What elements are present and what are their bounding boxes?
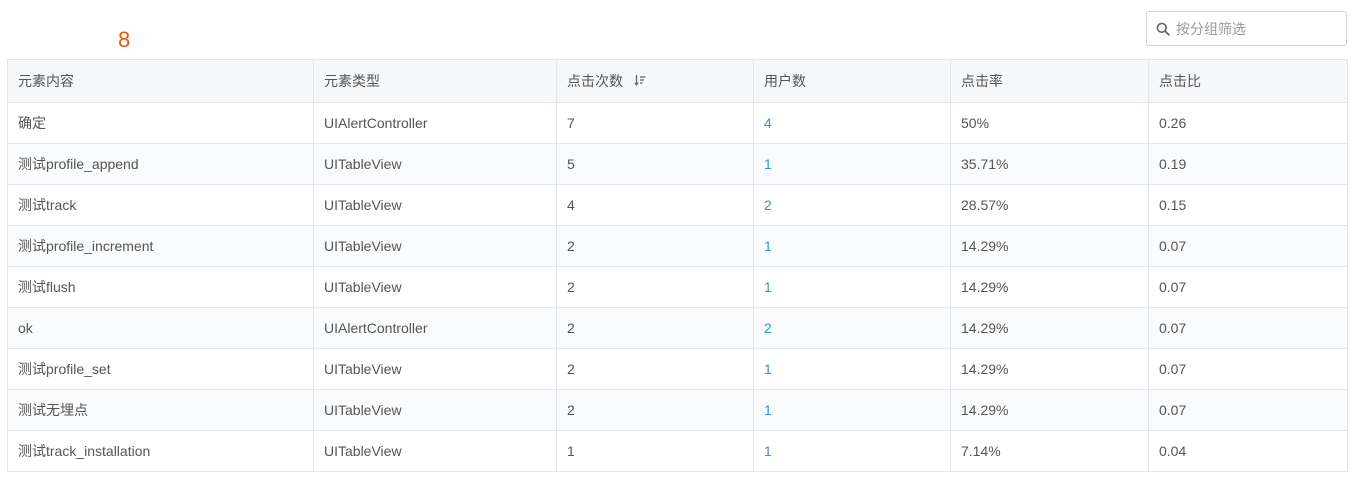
click-ratio-cell: 0.19	[1148, 143, 1348, 185]
user-count-link[interactable]: 1	[764, 156, 772, 172]
table-row: 测试profile_append UITableView 5 1 35.71% 0.19	[7, 143, 1348, 185]
user-count-cell: 1	[753, 430, 951, 472]
column-header-click-ratio[interactable]: 点击比	[1148, 59, 1348, 103]
click-rate-cell: 14.29%	[950, 307, 1149, 349]
user-count-cell: 4	[753, 102, 951, 144]
click-ratio-cell: 0.07	[1148, 389, 1348, 431]
user-count-cell: 1	[753, 266, 951, 308]
page: 8 元素内容 元素类型 点击次数	[0, 0, 1353, 480]
table-row: 确定 UIAlertController 7 4 50% 0.26	[7, 102, 1348, 144]
click-count-cell: 2	[556, 348, 754, 390]
user-count-link[interactable]: 1	[764, 402, 772, 418]
column-header-user-count[interactable]: 用户数	[753, 59, 951, 103]
click-rate-cell: 28.57%	[950, 184, 1149, 226]
column-header-click-count[interactable]: 点击次数	[556, 59, 754, 103]
element-content-cell: 测试无埋点	[7, 389, 314, 431]
click-ratio-cell: 0.07	[1148, 348, 1348, 390]
click-rate-cell: 35.71%	[950, 143, 1149, 185]
element-content-cell: 测试profile_set	[7, 348, 314, 390]
table-row: 测试flush UITableView 2 1 14.29% 0.07	[7, 266, 1348, 308]
user-count-link[interactable]: 1	[764, 279, 772, 295]
click-ratio-cell: 0.15	[1148, 184, 1348, 226]
element-content-cell: ok	[7, 307, 314, 349]
element-type-cell: UIAlertController	[313, 102, 557, 144]
user-count-link[interactable]: 1	[764, 361, 772, 377]
user-count-link[interactable]: 2	[764, 320, 772, 336]
element-click-table: 元素内容 元素类型 点击次数 用户数 点击率 点击比 确定 UIAlertCon…	[7, 59, 1348, 472]
user-count-cell: 1	[753, 143, 951, 185]
element-type-cell: UITableView	[313, 348, 557, 390]
click-count-cell: 2	[556, 389, 754, 431]
click-count-cell: 7	[556, 102, 754, 144]
user-count-link[interactable]: 2	[764, 197, 772, 213]
element-content-cell: 测试track	[7, 184, 314, 226]
element-content-cell: 确定	[7, 102, 314, 144]
table-row: 测试track_installation UITableView 1 1 7.14% 0.…	[7, 430, 1348, 472]
click-count-cell: 5	[556, 143, 754, 185]
column-header-click-rate[interactable]: 点击率	[950, 59, 1149, 103]
element-type-cell: UITableView	[313, 225, 557, 267]
click-count-cell: 4	[556, 184, 754, 226]
click-rate-cell: 14.29%	[950, 348, 1149, 390]
element-content-cell: 测试track_installation	[7, 430, 314, 472]
table-header-row: 元素内容 元素类型 点击次数 用户数 点击率 点击比	[7, 59, 1348, 103]
click-ratio-cell: 0.04	[1148, 430, 1348, 472]
click-rate-cell: 14.29%	[950, 389, 1149, 431]
element-content-cell: 测试profile_append	[7, 143, 314, 185]
click-count-cell: 2	[556, 307, 754, 349]
sort-descending-icon[interactable]	[634, 73, 646, 89]
user-count-link[interactable]: 4	[764, 115, 772, 131]
column-header-element-type[interactable]: 元素类型	[313, 59, 557, 103]
user-count-cell: 1	[753, 389, 951, 431]
click-ratio-cell: 0.07	[1148, 307, 1348, 349]
column-header-element-content[interactable]: 元素内容	[7, 59, 314, 103]
user-count-cell: 2	[753, 184, 951, 226]
click-rate-cell: 14.29%	[950, 225, 1149, 267]
click-count-cell: 2	[556, 266, 754, 308]
group-filter-search[interactable]	[1146, 11, 1347, 46]
table-row: 测试profile_increment UITableView 2 1 14.29% 0.…	[7, 225, 1348, 267]
table-row: 测试profile_set UITableView 2 1 14.29% 0.07	[7, 348, 1348, 390]
user-count-link[interactable]: 1	[764, 443, 772, 459]
element-type-cell: UITableView	[313, 389, 557, 431]
table-body: 确定 UIAlertController 7 4 50% 0.26 测试profile_ap…	[7, 102, 1348, 472]
column-header-label: 点击次数	[567, 73, 623, 89]
result-count: 8	[118, 27, 131, 52]
element-type-cell: UIAlertController	[313, 307, 557, 349]
click-count-cell: 2	[556, 225, 754, 267]
click-ratio-cell: 0.07	[1148, 266, 1348, 308]
element-type-cell: UITableView	[313, 184, 557, 226]
element-content-cell: 测试flush	[7, 266, 314, 308]
click-rate-cell: 14.29%	[950, 266, 1149, 308]
click-ratio-cell: 0.26	[1148, 102, 1348, 144]
element-type-cell: UITableView	[313, 430, 557, 472]
table-row: 测试无埋点 UITableView 2 1 14.29% 0.07	[7, 389, 1348, 431]
element-type-cell: UITableView	[313, 143, 557, 185]
user-count-cell: 1	[753, 225, 951, 267]
click-rate-cell: 7.14%	[950, 430, 1149, 472]
element-type-cell: UITableView	[313, 266, 557, 308]
search-input[interactable]	[1176, 20, 1336, 37]
element-content-cell: 测试profile_increment	[7, 225, 314, 267]
click-rate-cell: 50%	[950, 102, 1149, 144]
click-ratio-cell: 0.07	[1148, 225, 1348, 267]
user-count-link[interactable]: 1	[764, 238, 772, 254]
table-row: 测试track UITableView 4 2 28.57% 0.15	[7, 184, 1348, 226]
click-count-cell: 1	[556, 430, 754, 472]
search-icon	[1156, 22, 1170, 36]
user-count-cell: 1	[753, 348, 951, 390]
table-row: ok UIAlertController 2 2 14.29% 0.07	[7, 307, 1348, 349]
user-count-cell: 2	[753, 307, 951, 349]
